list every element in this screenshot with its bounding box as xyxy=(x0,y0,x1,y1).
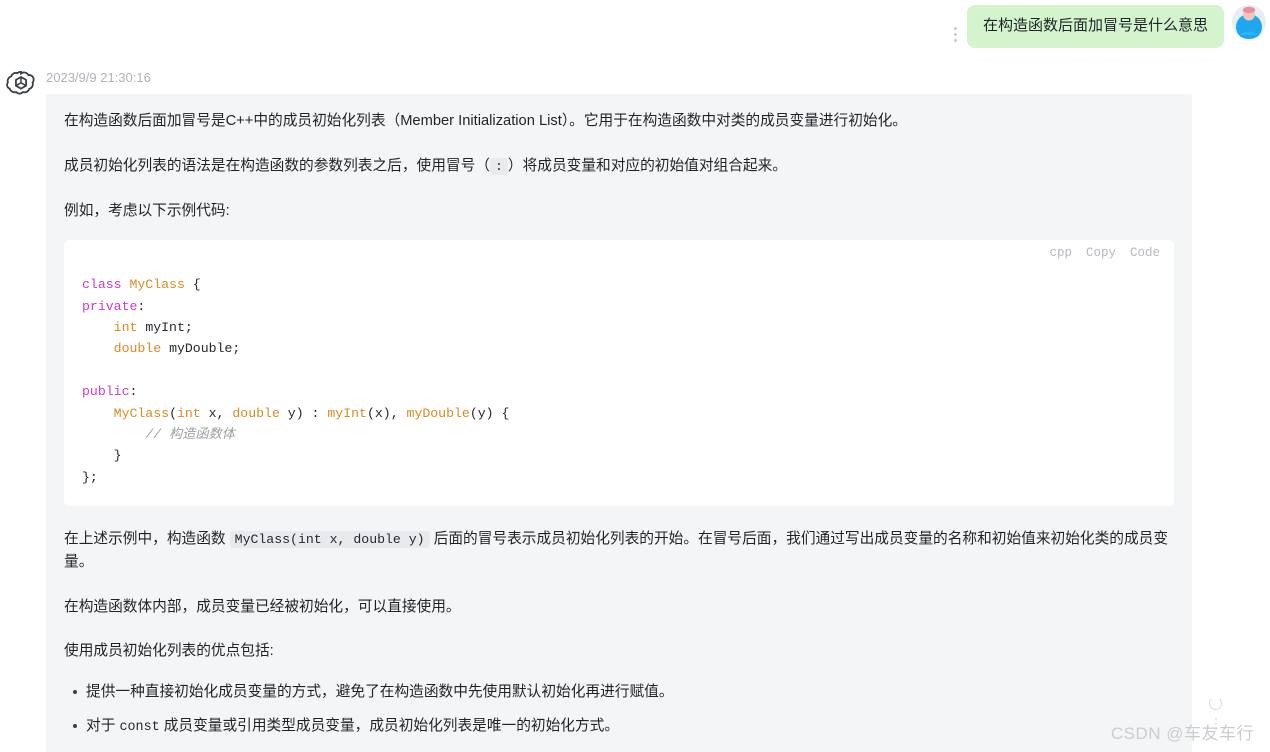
inline-code-const: const xyxy=(119,720,160,736)
code-label[interactable]: Code xyxy=(1130,244,1160,263)
user-avatar[interactable] xyxy=(1232,5,1266,39)
user-message-bubble: 在构造函数后面加冒号是什么意思 xyxy=(966,5,1224,48)
inline-code-constructor: MyClass(int x, double y) xyxy=(229,531,430,549)
inline-code-colon: : xyxy=(489,157,508,175)
paragraph-4-text-a: 在上述示例中，构造函数 xyxy=(64,531,230,548)
copy-code-button[interactable]: Copy xyxy=(1086,244,1116,263)
chat-transcript: 在构造函数后面加冒号是什么意思 2023/9/9 21:30:16 在构造函数后… xyxy=(0,0,1270,752)
message-timestamp: 2023/9/9 21:30:16 xyxy=(46,70,151,85)
openai-logo-icon xyxy=(6,69,36,99)
loading-spinner-icon xyxy=(1209,697,1222,710)
paragraph-2: 成员初始化列表的语法是在构造函数的参数列表之后，使用冒号（: ）将成员变量和对应的… xyxy=(64,155,1174,178)
code-language-label: cpp xyxy=(1049,245,1072,260)
paragraph-2-text-a: 成员初始化列表的语法是在构造函数的参数列表之后，使用冒号（ xyxy=(64,157,490,174)
paragraph-4: 在上述示例中，构造函数 MyClass(int x, double y) 后面的… xyxy=(64,528,1174,574)
list-item: 提供一种直接初始化成员变量的方式，避免了在构造函数中先使用默认初始化再进行赋值。 xyxy=(73,681,1174,703)
paragraph-1-text: 在构造函数后面加冒号是C++中的成员初始化列表（Member Initializ… xyxy=(64,113,907,129)
list-item-text-pre: 对于 xyxy=(86,718,120,735)
paragraph-5-text: 在构造函数体内部，成员变量已经被初始化，可以直接使用。 xyxy=(64,598,461,615)
paragraph-5: 在构造函数体内部，成员变量已经被初始化，可以直接使用。 xyxy=(64,596,1174,619)
assistant-message-row: 2023/9/9 21:30:16 在构造函数后面加冒号是C++中的成员初始化列… xyxy=(0,62,1270,752)
csdn-watermark: CSDN @车友车行 xyxy=(1110,724,1254,743)
user-message-row: 在构造函数后面加冒号是什么意思 xyxy=(0,0,1270,49)
paragraph-2-text-b: ）将成员变量和对应的初始值对组合起来。 xyxy=(507,157,787,174)
list-item-text: 提供一种直接初始化成员变量的方式，避免了在构造函数中先使用默认初始化再进行赋值。 xyxy=(86,684,674,701)
paragraph-1: 在构造函数后面加冒号是C++中的成员初始化列表（Member Initializ… xyxy=(64,110,1174,133)
benefits-list: 提供一种直接初始化成员变量的方式，避免了在构造函数中先使用默认初始化再进行赋值。… xyxy=(64,681,1174,752)
code-block: cpp Copy Code class MyClass { private: i… xyxy=(64,240,1174,507)
list-item-text-post: 成员变量或引用类型成员变量，成员初始化列表是唯一的初始化方式。 xyxy=(159,718,620,735)
more-vertical-icon[interactable] xyxy=(949,19,963,49)
paragraph-6-text: 使用成员初始化列表的优点包括: xyxy=(64,643,274,660)
assistant-message-bubble: 在构造函数后面加冒号是C++中的成员初始化列表（Member Initializ… xyxy=(46,94,1192,752)
paragraph-3-text: 例如，考虑以下示例代码: xyxy=(64,202,230,219)
paragraph-6: 使用成员初始化列表的优点包括: xyxy=(64,640,1174,663)
code-block-header: cpp Copy Code xyxy=(64,240,1174,267)
code-block-content[interactable]: class MyClass { private: int myInt; doub… xyxy=(64,266,1174,507)
list-item: 对于 const 成员变量或引用类型成员变量，成员初始化列表是唯一的初始化方式。 xyxy=(73,715,1174,738)
paragraph-3: 例如，考虑以下示例代码: xyxy=(64,200,1174,223)
